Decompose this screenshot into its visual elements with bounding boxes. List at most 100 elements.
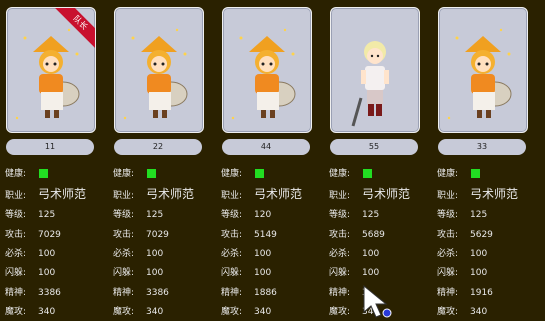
magic-row: 魔攻: 340 <box>108 304 163 320</box>
job-row: 职业: 弓术师范 <box>216 186 302 202</box>
attack-label: 攻击: <box>437 230 459 240</box>
party-panel: 队长 11 健康: 职业: 弓术师范 等级: 125 攻击: 7029 必杀: 100 … <box>0 0 545 321</box>
level-row: 等级: 120 <box>216 207 271 223</box>
dodge-label: 闪躲: <box>329 268 351 278</box>
magic-value: 340 <box>470 307 488 317</box>
archer-girl-sprite-icon <box>231 28 296 120</box>
job-value: 弓术师范 <box>254 187 303 201</box>
spirit-label: 精神: <box>329 288 351 298</box>
job-label: 职业: <box>5 191 27 201</box>
character-portrait[interactable] <box>114 7 204 133</box>
character-name-plate: 33 <box>438 139 526 155</box>
magic-row: 魔攻: 340 <box>216 304 271 320</box>
health-status-indicator <box>471 169 480 178</box>
crit-value: 100 <box>254 249 272 259</box>
character-portrait[interactable]: 队长 <box>6 7 96 133</box>
archer-girl-sprite-icon <box>447 28 512 120</box>
level-value: 125 <box>470 210 488 220</box>
magic-label: 魔攻: <box>437 307 459 317</box>
health-label: 健康: <box>437 169 459 179</box>
attack-row: 攻击: 7029 <box>108 227 169 243</box>
character-portrait[interactable] <box>222 7 312 133</box>
magic-label: 魔攻: <box>329 307 351 317</box>
character-card[interactable]: 22 健康: 职业: 弓术师范 等级: 125 攻击: 7029 必杀: 100 闪躲:… <box>108 0 208 321</box>
job-row: 职业: 弓术师范 <box>0 186 86 202</box>
health-label: 健康: <box>113 169 135 179</box>
spirit-value: 1916 <box>470 288 493 298</box>
crit-row: 必杀: 100 <box>432 246 487 262</box>
level-row: 等级: 125 <box>324 207 379 223</box>
spirit-value: 3386 <box>38 288 61 298</box>
level-label: 等级: <box>221 210 243 220</box>
character-name-plate: 44 <box>222 139 310 155</box>
level-row: 等级: 125 <box>108 207 163 223</box>
spirit-value: 3386 <box>146 288 169 298</box>
crit-label: 必杀: <box>329 249 351 259</box>
job-value: 弓术师范 <box>362 187 411 201</box>
level-label: 等级: <box>5 210 27 220</box>
level-label: 等级: <box>113 210 135 220</box>
health-row: 健康: <box>432 166 480 182</box>
spirit-label: 精神: <box>221 288 243 298</box>
attack-value: 5689 <box>362 230 385 240</box>
attack-label: 攻击: <box>221 230 243 240</box>
dodge-value: 100 <box>470 268 488 278</box>
mouse-pointer-icon <box>363 284 392 318</box>
dodge-row: 闪躲: 100 <box>0 265 55 281</box>
character-name-plate: 55 <box>330 139 418 155</box>
crit-value: 100 <box>470 249 488 259</box>
character-name-plate: 22 <box>114 139 202 155</box>
character-card[interactable]: 33 健康: 职业: 弓术师范 等级: 125 攻击: 5629 必杀: 100 闪躲:… <box>432 0 532 321</box>
health-status-indicator <box>39 169 48 178</box>
crit-label: 必杀: <box>437 249 459 259</box>
blonde-boy-sprite-icon <box>351 41 389 127</box>
magic-row: 魔攻: 340 <box>432 304 487 320</box>
job-label: 职业: <box>113 191 135 201</box>
job-label: 职业: <box>437 191 459 201</box>
crit-label: 必杀: <box>113 249 135 259</box>
attack-row: 攻击: 5149 <box>216 227 277 243</box>
job-label: 职业: <box>329 191 351 201</box>
crit-row: 必杀: 100 <box>108 246 163 262</box>
health-row: 健康: <box>0 166 48 182</box>
spirit-row: 精神: 3386 <box>108 285 169 301</box>
attack-label: 攻击: <box>5 230 27 240</box>
level-value: 125 <box>146 210 164 220</box>
attack-row: 攻击: 5689 <box>324 227 385 243</box>
spirit-row: 精神: 3386 <box>0 285 61 301</box>
character-card[interactable]: 55 健康: 职业: 弓术师范 等级: 125 攻击: 5689 必杀: 100 闪躲:… <box>324 0 424 321</box>
character-portrait[interactable] <box>438 7 528 133</box>
dodge-value: 100 <box>254 268 272 278</box>
dodge-label: 闪躲: <box>221 268 243 278</box>
health-row: 健康: <box>216 166 264 182</box>
magic-value: 340 <box>146 307 164 317</box>
spirit-label: 精神: <box>113 288 135 298</box>
character-card[interactable]: 44 健康: 职业: 弓术师范 等级: 120 攻击: 5149 必杀: 100 闪躲:… <box>216 0 316 321</box>
crit-value: 100 <box>362 249 380 259</box>
health-status-indicator <box>255 169 264 178</box>
dodge-label: 闪躲: <box>437 268 459 278</box>
dodge-row: 闪躲: 100 <box>216 265 271 281</box>
crit-value: 100 <box>38 249 56 259</box>
level-label: 等级: <box>329 210 351 220</box>
character-card[interactable]: 队长 11 健康: 职业: 弓术师范 等级: 125 攻击: 7029 必杀: 100 … <box>0 0 100 321</box>
job-value: 弓术师范 <box>146 187 195 201</box>
attack-row: 攻击: 5629 <box>432 227 493 243</box>
attack-label: 攻击: <box>329 230 351 240</box>
level-label: 等级: <box>437 210 459 220</box>
character-portrait[interactable] <box>330 7 420 133</box>
dodge-value: 100 <box>362 268 380 278</box>
dodge-row: 闪躲: 100 <box>108 265 163 281</box>
health-row: 健康: <box>108 166 156 182</box>
attack-value: 5149 <box>254 230 277 240</box>
magic-label: 魔攻: <box>113 307 135 317</box>
spirit-label: 精神: <box>437 288 459 298</box>
crit-row: 必杀: 100 <box>0 246 55 262</box>
magic-label: 魔攻: <box>221 307 243 317</box>
level-row: 等级: 125 <box>432 207 487 223</box>
spirit-label: 精神: <box>5 288 27 298</box>
level-value: 120 <box>254 210 272 220</box>
dodge-label: 闪躲: <box>113 268 135 278</box>
character-name-plate: 11 <box>6 139 94 155</box>
crit-label: 必杀: <box>5 249 27 259</box>
